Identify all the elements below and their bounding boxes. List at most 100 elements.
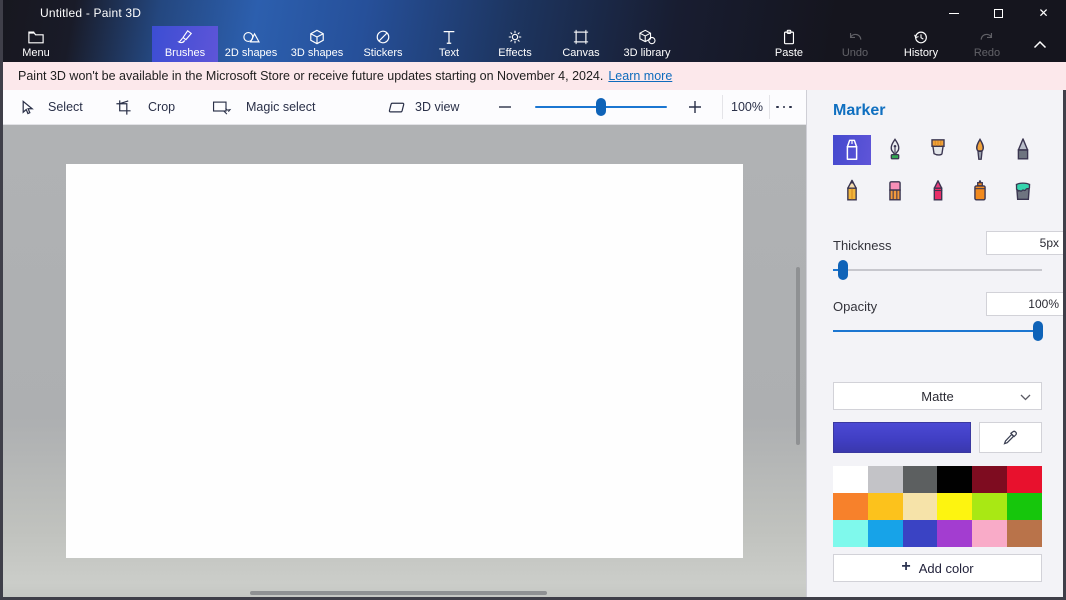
palette-color[interactable] <box>902 466 938 493</box>
brush-pixel-pen[interactable] <box>1004 135 1042 165</box>
palette-color[interactable] <box>902 493 938 520</box>
window-border-left <box>0 0 3 600</box>
canvas[interactable] <box>66 164 743 558</box>
brush-pencil[interactable] <box>833 176 871 206</box>
select-tool[interactable] <box>18 90 35 124</box>
cursor-icon <box>22 99 34 114</box>
brush-marker[interactable] <box>833 135 871 165</box>
secondary-toolbar: Select Crop Magic select 3D view 100% <box>3 90 806 125</box>
tab-effects[interactable]: Effects <box>482 26 548 62</box>
thickness-slider-thumb[interactable] <box>838 260 849 280</box>
brush-spray-can[interactable] <box>961 176 999 206</box>
minimize-button[interactable] <box>931 0 976 26</box>
palette-color[interactable] <box>1007 493 1042 520</box>
palette-color[interactable] <box>867 466 903 493</box>
palette-color[interactable] <box>972 466 1008 493</box>
tab-text[interactable]: Text <box>416 26 482 62</box>
add-color-button[interactable]: + Add color <box>833 554 1042 582</box>
history-icon <box>914 31 927 44</box>
palette-color[interactable] <box>972 520 1008 547</box>
notification-message: Paint 3D won't be available in the Micro… <box>18 69 604 83</box>
maximize-icon <box>994 8 1003 18</box>
brush-calligraphy-pen[interactable] <box>876 135 914 165</box>
maximize-button[interactable] <box>976 0 1021 26</box>
brush-eraser[interactable] <box>876 176 914 206</box>
menu-button[interactable]: Menu <box>4 26 68 62</box>
brush-oil-brush[interactable] <box>919 135 957 165</box>
more-options-button[interactable] <box>776 90 792 124</box>
minimize-icon <box>948 12 959 14</box>
palette-color[interactable] <box>1007 520 1042 547</box>
history-button[interactable]: History <box>888 26 954 62</box>
chevron-up-icon <box>1033 40 1047 48</box>
opacity-input[interactable]: 100% <box>986 292 1066 316</box>
divider <box>769 95 770 119</box>
tab-canvas[interactable]: Canvas <box>548 26 614 62</box>
opacity-slider[interactable] <box>833 321 1043 341</box>
palette-color[interactable] <box>833 466 868 493</box>
eyedropper-button[interactable] <box>979 422 1042 453</box>
learn-more-link[interactable]: Learn more <box>608 69 672 83</box>
paste-button[interactable]: Paste <box>756 26 822 62</box>
eyedropper-icon <box>1003 430 1017 445</box>
brush-fill[interactable] <box>1004 176 1042 206</box>
paste-icon <box>783 29 795 45</box>
canvas-workspace <box>3 125 806 597</box>
crop-tool[interactable] <box>115 90 132 124</box>
zoom-out-button[interactable] <box>497 90 513 124</box>
tab-brushes[interactable]: Brushes <box>152 26 218 62</box>
tab-stickers[interactable]: Stickers <box>350 26 416 62</box>
pencil-icon <box>847 179 857 201</box>
3d-view-label[interactable]: 3D view <box>415 90 459 124</box>
palette-color[interactable] <box>972 493 1008 520</box>
brush-icon <box>177 29 193 44</box>
palette-color[interactable] <box>1007 466 1042 493</box>
crop-label[interactable]: Crop <box>148 90 175 124</box>
3d-library-icon <box>639 29 656 45</box>
magic-select-label[interactable]: Magic select <box>246 90 315 124</box>
zoom-in-button[interactable] <box>687 90 703 124</box>
undo-button[interactable]: Undo <box>822 26 888 62</box>
palette-color[interactable] <box>833 493 868 520</box>
chevron-down-icon <box>1020 394 1031 401</box>
palette-color[interactable] <box>902 520 938 547</box>
title-bar: Untitled - Paint 3D ✕ <box>0 0 1066 26</box>
redo-button[interactable]: Redo <box>954 26 1020 62</box>
zoom-slider[interactable] <box>535 98 667 116</box>
ellipsis-icon <box>776 105 792 109</box>
zoom-level[interactable]: 100% <box>727 90 767 124</box>
close-button[interactable]: ✕ <box>1021 0 1066 26</box>
palette-color[interactable] <box>833 520 868 547</box>
3d-view-tool[interactable] <box>388 90 407 124</box>
select-label[interactable]: Select <box>48 90 83 124</box>
pixel-pen-icon <box>1017 138 1029 160</box>
brush-watercolor[interactable] <box>961 135 999 165</box>
ribbon-right-group: Paste Undo History Redo <box>756 26 1020 62</box>
brush-crayon[interactable] <box>919 176 957 206</box>
folder-icon <box>28 31 44 44</box>
current-color-swatch[interactable] <box>833 422 971 453</box>
vertical-scrollbar[interactable] <box>796 267 800 445</box>
marker-icon <box>846 139 858 160</box>
tab-2d-shapes[interactable]: 2D shapes <box>218 26 284 62</box>
material-dropdown[interactable]: Matte <box>833 382 1042 410</box>
magic-select-tool[interactable] <box>212 90 232 124</box>
color-palette <box>833 466 1042 547</box>
spray-can-icon <box>974 180 987 201</box>
zoom-slider-thumb[interactable] <box>596 98 606 116</box>
thickness-input[interactable]: 5px <box>986 231 1066 255</box>
palette-color[interactable] <box>867 520 903 547</box>
horizontal-scrollbar[interactable] <box>250 591 547 595</box>
thickness-slider[interactable] <box>833 260 1042 280</box>
divider <box>722 95 723 119</box>
tab-3d-library[interactable]: 3D library <box>614 26 680 62</box>
palette-color[interactable] <box>937 493 973 520</box>
palette-color[interactable] <box>867 493 903 520</box>
tab-3d-shapes[interactable]: 3D shapes <box>284 26 350 62</box>
notification-bar: Paint 3D won't be available in the Micro… <box>0 62 1066 90</box>
palette-color[interactable] <box>937 466 973 493</box>
opacity-slider-thumb[interactable] <box>1032 321 1043 341</box>
palette-color[interactable] <box>937 520 973 547</box>
crop-icon <box>116 99 131 115</box>
collapse-ribbon-button[interactable] <box>1022 26 1058 62</box>
